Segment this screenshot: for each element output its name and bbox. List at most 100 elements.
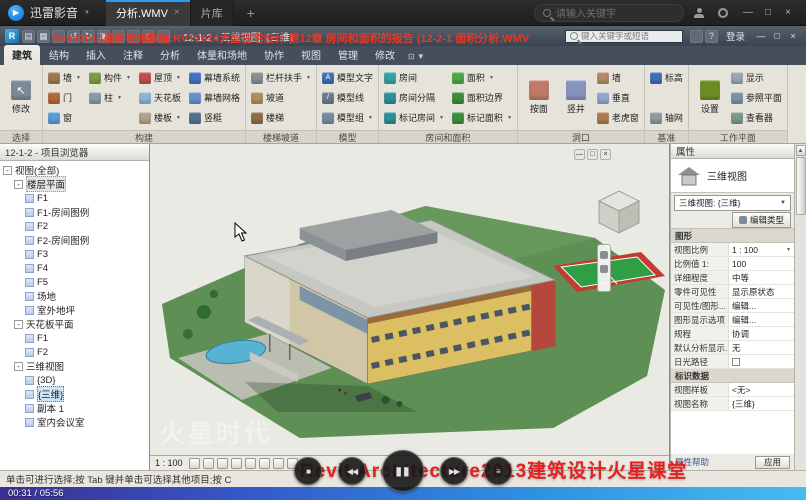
restore-button[interactable]: □ <box>769 29 785 43</box>
button-竖梃[interactable]: 竖梃 <box>189 110 240 125</box>
tree-item[interactable]: F1 <box>0 191 149 205</box>
previous-button[interactable]: ◀◀ <box>338 457 366 485</box>
properties-header[interactable]: 属性 <box>671 144 794 159</box>
view-cube[interactable] <box>593 186 645 243</box>
button-标记房间[interactable]: 标记房间▼ <box>384 110 444 125</box>
3d-model-view[interactable] <box>150 144 669 455</box>
button-模型线[interactable]: /模型线 <box>322 90 373 105</box>
property-value[interactable]: 无 <box>729 341 794 354</box>
drawing-area[interactable]: —□× 火星时代 <box>150 144 670 470</box>
button-显示[interactable]: 显示 <box>731 70 782 85</box>
exchange-icon[interactable] <box>690 30 703 43</box>
ribbon-tab[interactable]: 插入 <box>78 45 114 65</box>
button-天花板[interactable]: 天花板 <box>139 90 181 105</box>
player-tab[interactable]: 片库 <box>191 0 234 26</box>
revit-logo-icon[interactable]: R <box>5 29 19 43</box>
new-tab-button[interactable]: + <box>240 2 262 24</box>
tree-item[interactable]: F4 <box>0 261 149 275</box>
minimize-button[interactable]: — <box>753 29 769 43</box>
ribbon-tab[interactable]: 修改 <box>367 45 403 65</box>
tab-close-icon[interactable]: × <box>174 7 180 18</box>
vertical-scrollbar[interactable]: ▲ <box>794 144 806 470</box>
button-设置[interactable]: 设置 <box>694 78 726 117</box>
close-button[interactable]: × <box>778 4 798 22</box>
tree-item[interactable]: 副本 1 <box>0 401 149 415</box>
button-幕墙网格[interactable]: 幕墙网格 <box>189 90 240 105</box>
navigation-bar[interactable] <box>597 244 611 292</box>
temporary-hide-icon[interactable] <box>273 458 284 469</box>
button-柱[interactable]: 柱▼ <box>89 90 131 105</box>
button-墙[interactable]: 墙▼ <box>48 70 81 85</box>
button-标高[interactable]: 标高 <box>650 70 683 85</box>
tree-item[interactable]: {3D} <box>0 373 149 387</box>
type-selector-dropdown[interactable]: 三维视图: {三维} ▼ <box>674 195 791 211</box>
button-面积边界[interactable]: 面积边界 <box>452 90 512 105</box>
minimize-button[interactable]: — <box>738 4 758 22</box>
player-search-input[interactable]: 请输入关键字 <box>534 4 684 22</box>
detail-level-icon[interactable] <box>189 458 200 469</box>
button-按面[interactable]: 按面 <box>523 78 555 117</box>
player-logo-icon[interactable]: ▶ <box>8 5 24 21</box>
tree-item[interactable]: 室内会议室 <box>0 415 149 429</box>
button-查看器[interactable]: 查看器 <box>731 110 782 125</box>
property-value[interactable]: 编辑... <box>729 313 794 326</box>
save-icon[interactable]: ▦ <box>37 30 50 43</box>
tree-item[interactable]: F2 <box>0 345 149 359</box>
button-参照平面[interactable]: 参照平面 <box>731 90 782 105</box>
playlist-button[interactable]: ≡ <box>484 457 512 485</box>
expand-icon[interactable]: - <box>14 362 23 371</box>
settings-button[interactable] <box>714 4 732 22</box>
ribbon-tab[interactable]: 体量和场地 <box>189 45 255 65</box>
button-幕墙系统[interactable]: 幕墙系统 <box>189 70 240 85</box>
button-模型组[interactable]: 模型组▼ <box>322 110 373 125</box>
button-房间分隔[interactable]: 房间分隔 <box>384 90 444 105</box>
checkbox[interactable] <box>732 358 740 366</box>
maximize-button[interactable]: □ <box>758 4 778 22</box>
button-构件[interactable]: 构件▼ <box>89 70 131 85</box>
button-屋顶[interactable]: 屋顶▼ <box>139 70 181 85</box>
close-button[interactable]: × <box>785 29 801 43</box>
button-面积[interactable]: 面积▼ <box>452 70 512 85</box>
button-楼梯[interactable]: 楼梯 <box>251 110 311 125</box>
button-老虎窗[interactable]: 老虎窗 <box>597 110 639 125</box>
user-button[interactable] <box>690 4 708 22</box>
stop-button[interactable]: ■ <box>294 457 322 485</box>
tree-item[interactable]: 场地 <box>0 289 149 303</box>
button-墙[interactable]: 墙 <box>597 70 639 85</box>
tree-item[interactable]: F2-房间图例 <box>0 233 149 247</box>
tree-item[interactable]: -三维视图 <box>0 359 149 373</box>
help-icon[interactable]: ? <box>705 30 718 43</box>
edit-type-button[interactable]: 编辑类型 <box>732 212 791 228</box>
expand-icon[interactable]: - <box>14 320 23 329</box>
player-app-name[interactable]: 迅雷影音 <box>30 4 78 21</box>
property-value[interactable]: 协调 <box>729 327 794 340</box>
property-value[interactable] <box>729 355 794 368</box>
sun-path-icon[interactable] <box>217 458 228 469</box>
revit-search-input[interactable]: 键入关键字或短语 <box>565 30 683 43</box>
scroll-up-icon[interactable]: ▲ <box>796 145 806 156</box>
tree-item[interactable]: {三维} <box>0 387 149 401</box>
button-房间[interactable]: 房间 <box>384 70 444 85</box>
button-轴网[interactable]: 轴网 <box>650 110 683 125</box>
button-垂直[interactable]: 垂直 <box>597 90 639 105</box>
visual-style-icon[interactable] <box>203 458 214 469</box>
chevron-down-icon[interactable]: ▼ <box>84 10 90 16</box>
next-button[interactable]: ▶▶ <box>440 457 468 485</box>
apply-button[interactable]: 应用 <box>755 456 790 469</box>
ribbon-tab[interactable]: 结构 <box>41 45 77 65</box>
player-tab[interactable]: 分析.WMV× <box>106 0 191 26</box>
property-value[interactable]: 显示原状态 <box>729 285 794 298</box>
scrollbar-thumb[interactable] <box>796 157 806 215</box>
tree-item[interactable]: -楼层平面 <box>0 177 149 191</box>
steering-wheel-icon[interactable] <box>600 251 608 259</box>
view-minimize-button[interactable]: — <box>574 149 585 160</box>
expand-icon[interactable]: - <box>14 180 23 189</box>
tree-item[interactable]: F1-房间图例 <box>0 205 149 219</box>
property-value[interactable]: 编辑... <box>729 299 794 312</box>
project-browser-header[interactable]: 12-1-2 - 项目浏览器 <box>0 144 149 161</box>
button-窗[interactable]: 窗 <box>48 110 81 125</box>
open-icon[interactable]: ▤ <box>22 30 35 43</box>
tree-item[interactable]: F3 <box>0 247 149 261</box>
ribbon-tab[interactable]: 视图 <box>293 45 329 65</box>
ribbon-tab[interactable]: 协作 <box>256 45 292 65</box>
